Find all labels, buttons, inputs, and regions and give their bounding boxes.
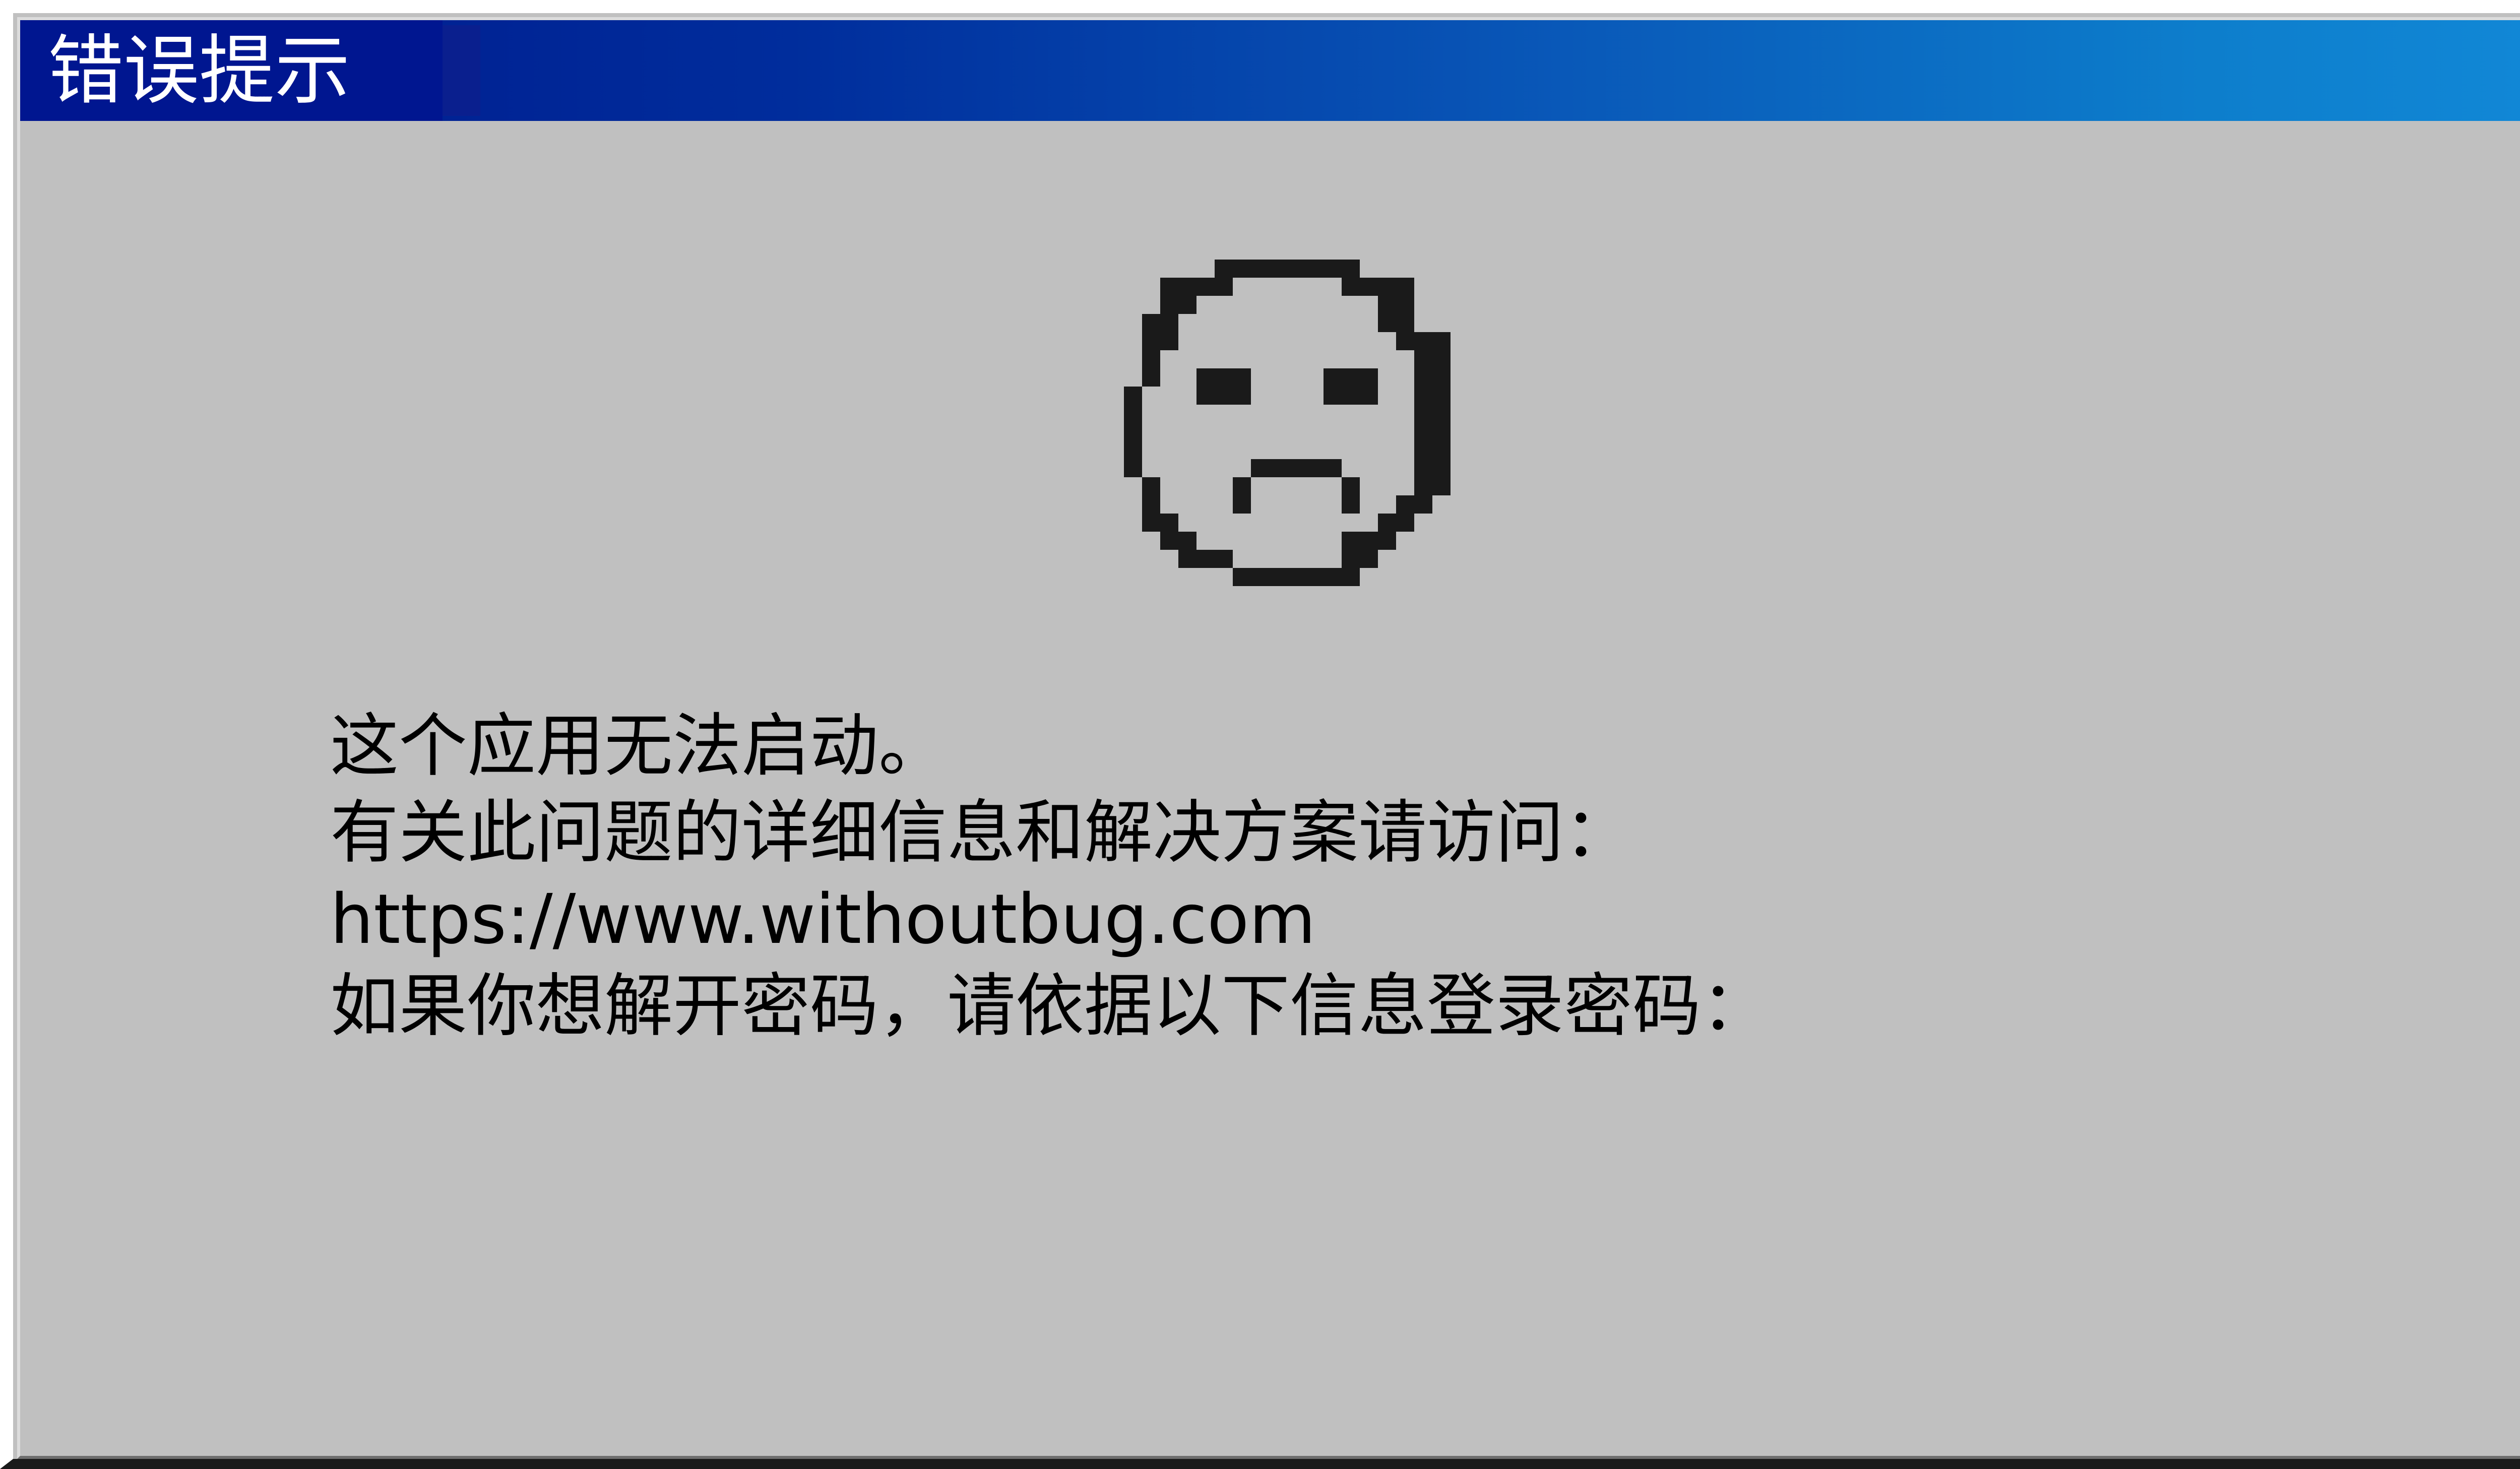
- title-bar[interactable]: 错误提示: [20, 20, 2520, 121]
- title-bar-separator: [443, 25, 480, 116]
- sad-face-icon: [1124, 260, 1451, 586]
- error-message: 这个应用无法启动。 有关此问题的详细信息和解决方案请访问： https://ww…: [330, 703, 1770, 1050]
- message-line-cannot-start: 这个应用无法启动。: [330, 707, 947, 786]
- message-line-details: 有关此问题的详细信息和解决方案请访问：: [330, 793, 1632, 873]
- dialog-title: 错误提示: [48, 27, 351, 115]
- error-dialog-window: 错误提示 这个应用无法启动。 有关此问题的详细信息和解决方案请访问： https…: [0, 0, 2520, 1469]
- message-link-url[interactable]: https://www.withoutbug.com: [330, 876, 1770, 963]
- dialog-body: 错误提示 这个应用无法启动。 有关此问题的详细信息和解决方案请访问： https…: [17, 17, 2520, 1459]
- message-line-password: 如果你想解开密码，请依据以下信息登录密码：: [330, 967, 1770, 1046]
